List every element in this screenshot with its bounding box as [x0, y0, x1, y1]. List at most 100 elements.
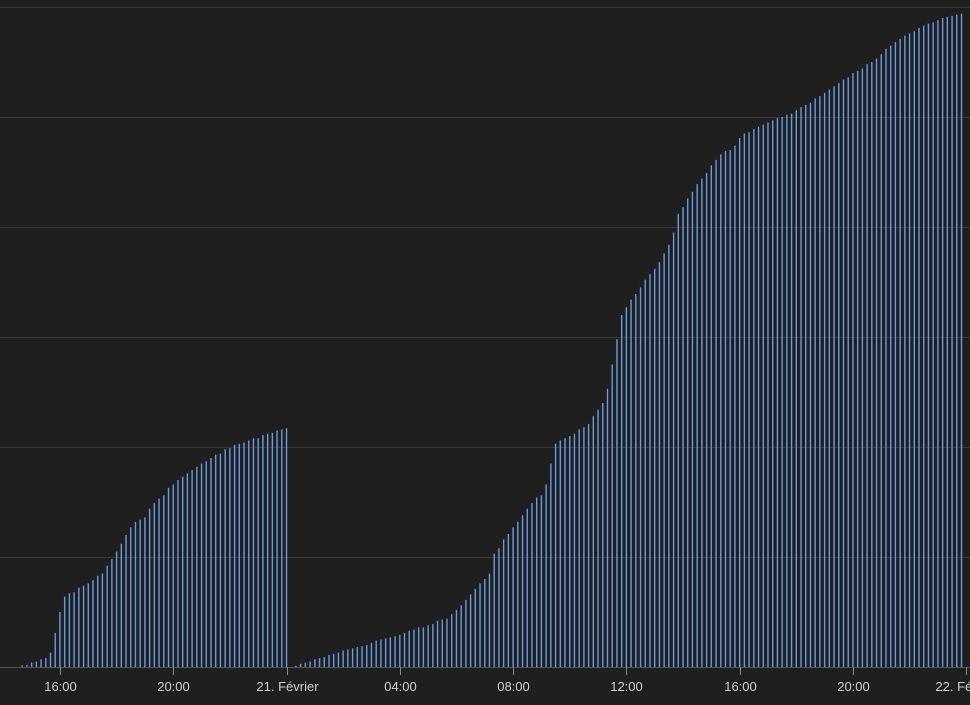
bar [885, 48, 887, 668]
bar [205, 461, 207, 667]
bar [856, 70, 859, 668]
bar [956, 14, 958, 667]
bar [923, 25, 925, 667]
bar [200, 463, 203, 667]
bar [531, 503, 533, 667]
bar [59, 612, 61, 667]
bar [172, 484, 174, 667]
bar [705, 173, 708, 667]
bar [314, 659, 316, 667]
x-tick-label: 16:00 [724, 679, 757, 694]
bar [243, 442, 245, 667]
bar [337, 652, 340, 667]
bar [333, 653, 335, 667]
bar [101, 573, 104, 667]
bar [616, 339, 618, 667]
bar [635, 294, 637, 667]
bar [890, 45, 892, 667]
bar [507, 533, 510, 667]
bar [682, 207, 684, 667]
bar [790, 113, 793, 667]
bar [271, 432, 274, 667]
bar [701, 178, 703, 667]
bar [569, 436, 571, 667]
bar [465, 599, 467, 667]
bar [668, 244, 670, 667]
bar [233, 444, 236, 667]
bar [823, 92, 826, 668]
bar [767, 122, 769, 667]
bar [106, 565, 108, 667]
bar [493, 553, 495, 667]
bar [436, 620, 439, 667]
bar [927, 23, 930, 667]
bar [63, 596, 66, 667]
x-tick-label: 20:00 [837, 679, 870, 694]
bar [842, 79, 845, 668]
bar [904, 35, 906, 668]
bar [687, 198, 689, 667]
bar [951, 15, 953, 668]
bar [597, 409, 599, 667]
bar [918, 27, 920, 667]
bar [40, 659, 42, 667]
bar [852, 73, 854, 667]
bar [318, 658, 321, 667]
bar [517, 521, 519, 667]
bar [729, 150, 731, 667]
bar [229, 448, 231, 667]
bar [833, 86, 835, 667]
bar [880, 54, 882, 668]
bar [819, 96, 821, 668]
bar [479, 583, 481, 667]
bar [45, 658, 47, 667]
bar [663, 253, 665, 667]
bar [866, 64, 868, 667]
bar [35, 661, 38, 667]
bar [554, 443, 557, 667]
bar [545, 484, 547, 667]
bar [276, 430, 278, 667]
bar [148, 508, 151, 667]
bar [772, 120, 774, 668]
bar [342, 650, 344, 667]
bar [776, 118, 779, 668]
bar [484, 579, 486, 667]
bar [323, 657, 325, 667]
x-tick-label: 22. Février [935, 679, 970, 694]
bar [611, 364, 613, 667]
bar [427, 625, 429, 667]
bar [639, 287, 642, 667]
bar [469, 594, 472, 667]
bar [78, 587, 80, 667]
bar [181, 476, 184, 667]
bar [786, 114, 788, 668]
bar [564, 438, 566, 667]
bar [474, 588, 477, 667]
bar [512, 527, 514, 667]
bar [262, 434, 264, 667]
bar [167, 487, 170, 667]
bar [248, 440, 250, 667]
bar [875, 58, 878, 667]
bar [238, 443, 241, 667]
bar [361, 646, 363, 667]
bar [163, 495, 165, 667]
bar [394, 636, 396, 667]
x-tick-label: 08:00 [497, 679, 530, 694]
bar [366, 645, 368, 667]
bar [762, 124, 764, 667]
bar [932, 22, 934, 667]
bar [125, 535, 127, 667]
bar [734, 145, 736, 668]
bar [630, 299, 632, 667]
bar [399, 635, 401, 667]
bar [304, 662, 307, 667]
bar [578, 429, 580, 667]
bar [899, 38, 901, 667]
bar [809, 102, 812, 667]
bar [97, 575, 99, 667]
bar [92, 580, 94, 667]
bar [894, 42, 897, 667]
bar [441, 619, 443, 667]
